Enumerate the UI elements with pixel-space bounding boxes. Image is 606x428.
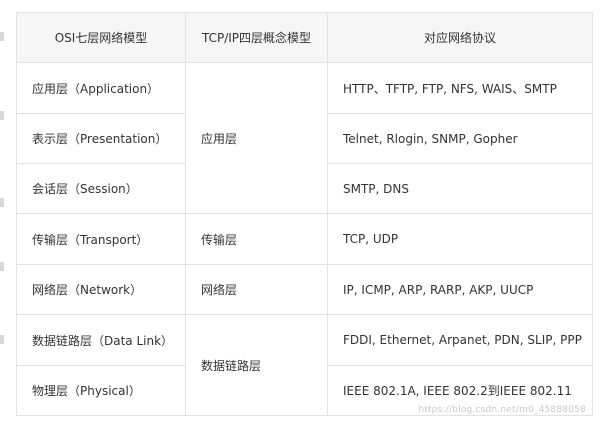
protocols-cell: SMTP, DNS (327, 163, 593, 214)
tcpip-layer-cell: 应用层 (185, 62, 328, 214)
osi-layer-cell: 网络层（Network） (16, 264, 186, 315)
table-row: 传输层（Transport） 传输层 TCP, UDP (16, 213, 593, 265)
protocols-cell: HTTP、TFTP, FTP, NFS, WAIS、SMTP (327, 62, 593, 114)
page: OSI七层网络模型 TCP/IP四层概念模型 对应网络协议 应用层（Applic… (0, 0, 606, 428)
tcpip-layer-cell: 传输层 (185, 213, 328, 265)
osi-layer-cell: 应用层（Application） (16, 62, 186, 114)
protocols-cell: Telnet, Rlogin, SNMP, Gopher (327, 113, 593, 164)
table-row: 数据链路层（Data Link） 数据链路层 FDDI, Ethernet, A… (16, 314, 593, 416)
edge-mark (0, 198, 4, 207)
osi-layer-cell: 传输层（Transport） (16, 213, 186, 265)
osi-layer-cell: 物理层（Physical） (16, 365, 186, 416)
edge-mark (0, 111, 4, 120)
osi-layer-cell: 表示层（Presentation） (16, 113, 186, 164)
table-row: 应用层（Application） 应用层 HTTP、TFTP, FTP, NFS… (16, 62, 593, 214)
header-protocols: 对应网络协议 (327, 12, 593, 63)
protocols-cell: FDDI, Ethernet, Arpanet, PDN, SLIP, PPP (327, 314, 593, 366)
watermark: https://blog.csdn.net/m0_45888058 (418, 405, 586, 415)
osi-layer-cell: 数据链路层（Data Link） (16, 314, 186, 366)
edge-mark (0, 32, 4, 41)
edge-mark (0, 335, 4, 344)
protocols-cell: IP, ICMP, ARP, RARP, AKP, UUCP (327, 264, 593, 315)
table-row: 网络层（Network） 网络层 IP, ICMP, ARP, RARP, AK… (16, 264, 593, 315)
tcpip-layer-cell: 网络层 (185, 264, 328, 315)
header-tcpip-model: TCP/IP四层概念模型 (185, 12, 328, 63)
header-osi-model: OSI七层网络模型 (16, 12, 186, 63)
header-row: OSI七层网络模型 TCP/IP四层概念模型 对应网络协议 (16, 12, 593, 63)
osi-layer-cell: 会话层（Session） (16, 163, 186, 214)
osi-tcpip-protocol-table: OSI七层网络模型 TCP/IP四层概念模型 对应网络协议 应用层（Applic… (16, 12, 593, 416)
edge-mark (0, 262, 4, 271)
tcpip-layer-cell: 数据链路层 (185, 314, 328, 416)
protocols-cell: TCP, UDP (327, 213, 593, 265)
